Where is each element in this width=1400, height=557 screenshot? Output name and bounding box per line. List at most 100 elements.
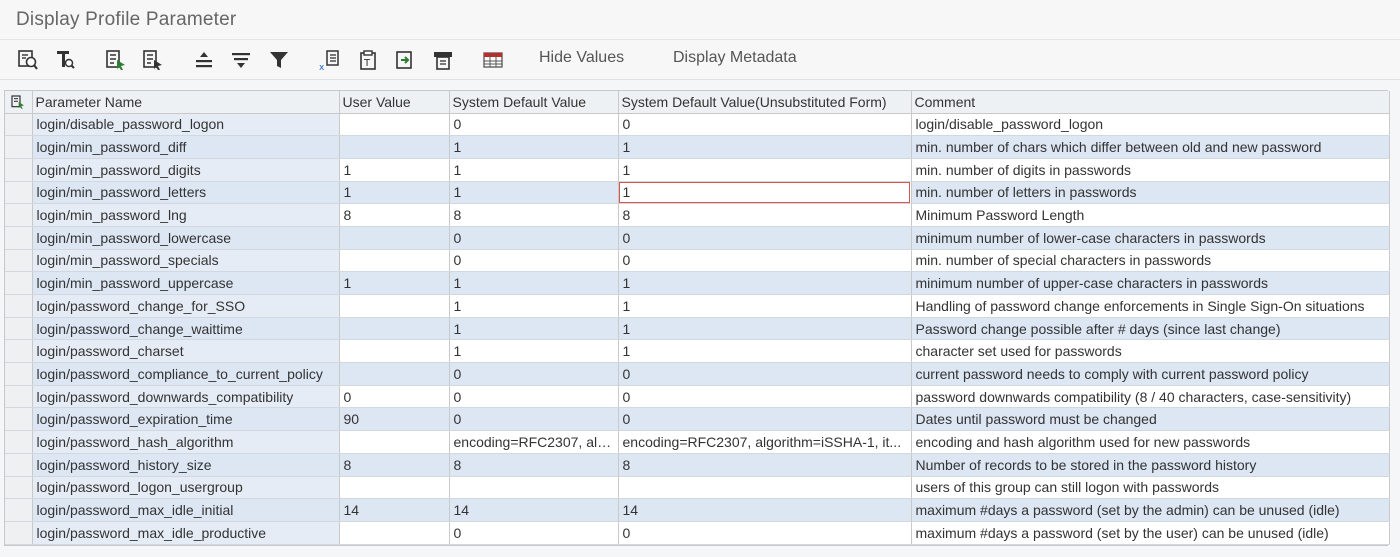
cell-comment[interactable]: Password change possible after # days (s… — [911, 317, 1390, 341]
print-preview-icon[interactable]: T — [356, 48, 380, 72]
display-metadata-button[interactable]: Display Metadata — [673, 49, 797, 67]
cell-user-value[interactable]: 90 — [339, 407, 450, 432]
cell-user-value[interactable]: 1 — [339, 158, 450, 182]
column-header-comment[interactable]: Comment — [911, 91, 1390, 114]
cell-user-value[interactable]: 0 — [339, 385, 450, 409]
cell-unsubstituted-form[interactable]: 0 — [618, 249, 912, 273]
hide-values-button[interactable]: Hide Values — [539, 49, 624, 67]
table-row[interactable]: login/min_password_lng 8 8 8 Minimum Passwor… — [5, 203, 1390, 227]
cell-comment[interactable]: encoding and hash algorithm used for new… — [911, 430, 1390, 454]
cell-user-value[interactable] — [339, 430, 450, 454]
text-search-icon[interactable] — [53, 48, 77, 72]
row-selector[interactable] — [5, 317, 33, 341]
table-row[interactable]: login/password_change_for_SSO 1 1 Handling … — [5, 294, 1390, 318]
row-selector[interactable] — [5, 453, 33, 477]
row-selector[interactable] — [5, 249, 33, 273]
cell-parameter-name[interactable]: login/password_max_idle_productive — [32, 521, 340, 545]
row-selector[interactable] — [5, 294, 33, 318]
table-row[interactable]: login/password_history_size 8 8 8 Number of … — [5, 453, 1390, 477]
cell-parameter-name[interactable]: login/password_logon_usergroup — [32, 476, 340, 500]
cell-parameter-name[interactable]: login/password_hash_algorithm — [32, 430, 340, 454]
cell-unsubstituted-form[interactable]: 1 — [618, 294, 912, 318]
cell-comment[interactable]: min. number of chars which differ betwee… — [911, 135, 1390, 159]
table-row[interactable]: login/disable_password_logon 0 0 login/disa… — [5, 113, 1390, 137]
cell-comment[interactable]: Number of records to be stored in the pa… — [911, 453, 1390, 477]
cell-unsubstituted-form[interactable]: 1 — [618, 181, 912, 205]
cell-user-value[interactable]: 14 — [339, 498, 450, 522]
cell-parameter-name[interactable]: login/min_password_digits — [32, 158, 340, 182]
cell-user-value[interactable] — [339, 521, 450, 545]
cell-system-default-value[interactable]: 14 — [449, 498, 619, 522]
cell-user-value[interactable] — [339, 113, 450, 137]
cell-unsubstituted-form[interactable]: 0 — [618, 385, 912, 409]
cell-user-value[interactable] — [339, 249, 450, 273]
cell-system-default-value[interactable]: 0 — [449, 249, 619, 273]
cell-parameter-name[interactable]: login/password_compliance_to_current_pol… — [32, 362, 340, 386]
cell-system-default-value[interactable]: 1 — [449, 317, 619, 341]
cell-system-default-value[interactable] — [449, 476, 619, 500]
cell-user-value[interactable]: 1 — [339, 271, 450, 295]
row-selector[interactable] — [5, 113, 33, 137]
table-row[interactable]: login/password_compliance_to_current_pol… — [5, 362, 1390, 386]
cell-user-value[interactable] — [339, 339, 450, 364]
cell-unsubstituted-form[interactable]: 1 — [618, 135, 912, 159]
cell-unsubstituted-form[interactable] — [618, 476, 912, 500]
row-selector[interactable] — [5, 158, 33, 182]
cell-comment[interactable]: min. number of letters in passwords — [911, 181, 1390, 205]
cell-system-default-value[interactable]: 0 — [449, 226, 619, 250]
cell-user-value[interactable] — [339, 362, 450, 386]
cell-comment[interactable]: minimum number of lower-case characters … — [911, 226, 1390, 250]
cell-comment[interactable]: maximum #days a password (set by the use… — [911, 521, 1390, 545]
cell-unsubstituted-form[interactable]: 0 — [618, 113, 912, 137]
cell-system-default-value[interactable]: 0 — [449, 113, 619, 137]
export-excel-icon[interactable]: x — [318, 48, 342, 72]
column-header-user-value[interactable]: User Value — [339, 91, 450, 114]
table-row[interactable]: login/password_max_idle_productive 0 0 maxi… — [5, 521, 1390, 545]
table-row[interactable]: login/min_password_letters 1 1 1 min. number… — [5, 181, 1390, 205]
cell-system-default-value[interactable]: 1 — [449, 135, 619, 159]
select-layout-icon[interactable] — [104, 48, 128, 72]
cell-system-default-value[interactable]: encoding=RFC2307, alg... — [449, 430, 619, 454]
cell-unsubstituted-form[interactable]: 0 — [618, 226, 912, 250]
cell-system-default-value[interactable]: 1 — [449, 271, 619, 295]
cell-comment[interactable]: current password needs to comply with cu… — [911, 362, 1390, 386]
table-row[interactable]: login/min_password_specials 0 0 min. number… — [5, 249, 1390, 273]
cell-parameter-name[interactable]: login/password_history_size — [32, 453, 340, 477]
cell-parameter-name[interactable]: login/password_change_waittime — [32, 317, 340, 341]
table-row[interactable]: login/min_password_diff 1 1 min. number of … — [5, 135, 1390, 159]
cell-system-default-value[interactable]: 1 — [449, 158, 619, 182]
cell-parameter-name[interactable]: login/min_password_specials — [32, 249, 340, 273]
row-selector[interactable] — [5, 476, 33, 500]
row-selector[interactable] — [5, 271, 33, 295]
cell-system-default-value[interactable]: 0 — [449, 521, 619, 545]
cell-user-value[interactable] — [339, 294, 450, 318]
cell-user-value[interactable] — [339, 135, 450, 159]
cell-system-default-value[interactable]: 0 — [449, 362, 619, 386]
cell-comment[interactable]: character set used for passwords — [911, 339, 1390, 364]
details-icon[interactable] — [16, 48, 40, 72]
cell-unsubstituted-form[interactable]: 0 — [618, 407, 912, 432]
row-selector[interactable] — [5, 407, 33, 432]
select-all-column-header[interactable] — [5, 91, 33, 114]
cell-unsubstituted-form[interactable]: 1 — [618, 271, 912, 295]
table-row[interactable]: login/password_downwards_compatibility 0 0… — [5, 385, 1390, 409]
column-header-parameter-name[interactable]: Parameter Name — [32, 91, 340, 114]
table-row[interactable]: login/min_password_uppercase 1 1 1 minimum n… — [5, 271, 1390, 295]
row-selector[interactable] — [5, 430, 33, 454]
cell-unsubstituted-form[interactable]: 8 — [618, 203, 912, 227]
cell-system-default-value[interactable]: 0 — [449, 385, 619, 409]
cell-system-default-value[interactable]: 8 — [449, 453, 619, 477]
row-selector[interactable] — [5, 135, 33, 159]
layout-select-icon[interactable] — [8, 94, 29, 110]
column-header-unsubstituted-form[interactable]: System Default Value(Unsubstituted Form) — [618, 91, 912, 114]
print-icon[interactable] — [431, 48, 455, 72]
cell-unsubstituted-form[interactable]: encoding=RFC2307, algorithm=iSSHA-1, it.… — [618, 430, 912, 454]
cell-comment[interactable]: Minimum Password Length — [911, 203, 1390, 227]
cell-comment[interactable]: users of this group can still logon with… — [911, 476, 1390, 500]
cell-parameter-name[interactable]: login/password_downwards_compatibility — [32, 385, 340, 409]
table-row[interactable]: login/min_password_lowercase 0 0 minimum nu… — [5, 226, 1390, 250]
cell-comment[interactable]: maximum #days a password (set by the adm… — [911, 498, 1390, 522]
cell-unsubstituted-form[interactable]: 1 — [618, 317, 912, 341]
cell-parameter-name[interactable]: login/min_password_diff — [32, 135, 340, 159]
cell-parameter-name[interactable]: login/disable_password_logon — [32, 113, 340, 137]
